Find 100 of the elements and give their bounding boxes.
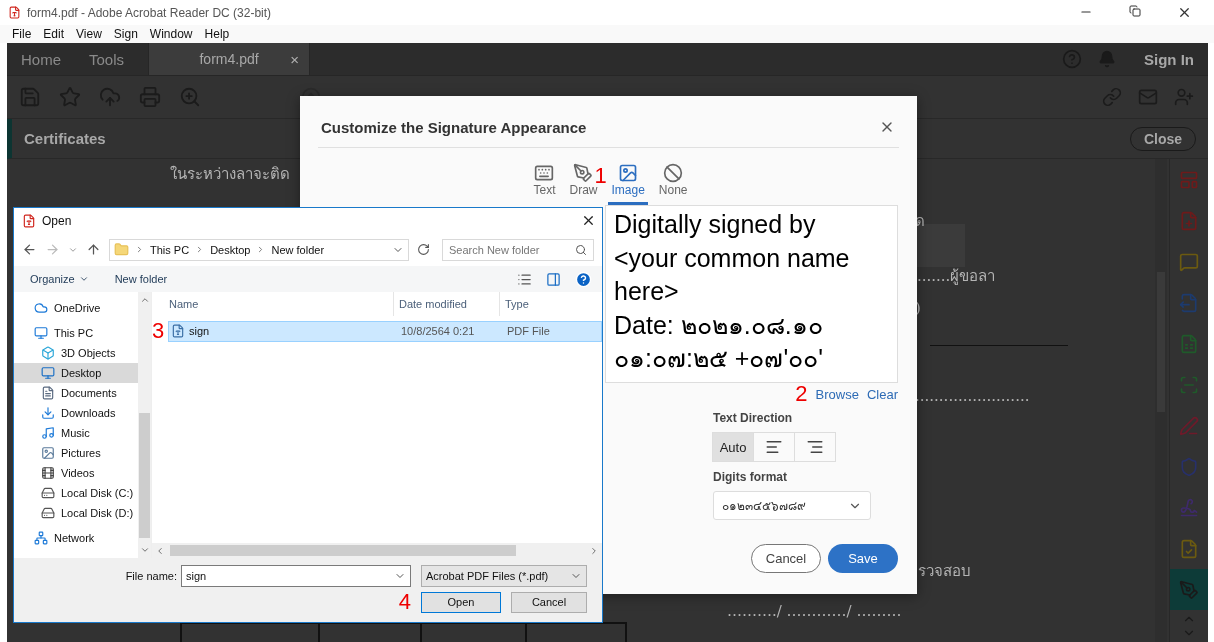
forward-icon[interactable]	[45, 242, 60, 257]
close-icon[interactable]	[1177, 5, 1192, 20]
keyboard-icon	[534, 163, 555, 183]
mail-icon[interactable]	[1138, 87, 1158, 107]
digits-select[interactable]: ๐๑๒๓๔๕๖๗๘๙	[713, 491, 871, 520]
window-title: form4.pdf - Adobe Acrobat Reader DC (32-bit)	[27, 5, 273, 20]
signature-icon	[1179, 497, 1199, 518]
star-icon[interactable]	[59, 86, 81, 108]
panel-title: Certificates	[23, 130, 107, 147]
link-icon[interactable]	[1102, 87, 1122, 107]
folder-icon	[114, 242, 129, 257]
breadcrumb-item[interactable]: Desktop	[210, 243, 251, 256]
nav-item[interactable]: Local Disk (D:)	[14, 503, 138, 523]
hard-drive-icon	[41, 506, 55, 520]
download-icon	[41, 406, 55, 420]
chevron-left-icon	[155, 545, 165, 556]
nav-item[interactable]: OneDrive	[14, 298, 138, 318]
app-tab[interactable]: Home	[7, 43, 75, 75]
scrollbar-thumb[interactable]	[139, 413, 150, 538]
pen-nib-icon	[573, 163, 594, 183]
document-text: รวจสอบ	[918, 561, 971, 582]
new-folder-button[interactable]: New folder	[114, 273, 168, 285]
column-header[interactable]: Name	[169, 292, 394, 316]
mode-tab[interactable]: Text	[530, 163, 559, 205]
tab-close[interactable]: ×	[290, 50, 300, 68]
nav-item[interactable]: This PC	[14, 323, 138, 343]
open-button[interactable]: Open	[421, 591, 501, 613]
restore-icon[interactable]	[1129, 5, 1141, 17]
organize-menu[interactable]: Organize	[30, 273, 89, 285]
dialog-title: Customize the Signature Appearance	[321, 118, 588, 136]
breadcrumb-item[interactable]: This PC	[150, 243, 190, 256]
preview-pane-icon[interactable]	[546, 271, 561, 287]
search-icon	[575, 243, 587, 256]
document-text: ........................	[915, 387, 1030, 405]
chevron-right-icon	[589, 545, 599, 556]
clear-link[interactable]: Clear	[866, 386, 898, 402]
document-icon	[41, 386, 55, 400]
nav-item[interactable]: Network	[14, 528, 138, 548]
direction-button[interactable]: Auto	[712, 432, 754, 462]
nav-item[interactable]: Pictures	[14, 443, 138, 463]
cancel-button[interactable]: Cancel	[511, 591, 587, 613]
menu-item[interactable]: Window	[149, 27, 193, 41]
cancel-button[interactable]: Cancel	[751, 544, 821, 573]
mode-tab[interactable]: None	[655, 163, 691, 205]
nav-item[interactable]: Downloads	[14, 403, 138, 423]
sign-in-link[interactable]: Sign In	[1144, 50, 1194, 68]
nav-item[interactable]: Music	[14, 423, 138, 443]
print-icon[interactable]	[139, 86, 161, 108]
monitor-icon	[34, 326, 48, 340]
nav-item[interactable]: Desktop	[14, 363, 138, 383]
menu-item[interactable]: View	[76, 27, 102, 41]
nav-item[interactable]: Videos	[14, 463, 138, 483]
column-header[interactable]: Type	[500, 292, 602, 316]
file-type: PDF File	[506, 325, 551, 337]
app-tab[interactable]: Tools	[75, 43, 139, 75]
preview-text: here>	[614, 276, 680, 307]
file-row[interactable]: sign 10/8/2564 0:21 PDF File	[168, 320, 602, 342]
nav-item[interactable]: Local Disk (C:)	[14, 483, 138, 503]
form-field	[915, 224, 965, 267]
refresh-icon[interactable]	[417, 243, 430, 256]
dialog-title: Open	[42, 213, 73, 228]
file-type-select[interactable]: Acrobat PDF Files (*.pdf)	[421, 565, 587, 587]
comment-icon	[1179, 251, 1199, 272]
document-tab[interactable]: form4.pdf ×	[148, 43, 311, 75]
document-text: ในระหว่างลาจะติด	[170, 164, 290, 185]
nav-item[interactable]: Documents	[14, 383, 138, 403]
menu-item[interactable]: File	[12, 27, 32, 41]
search-field[interactable]: Search New folder	[442, 238, 594, 261]
view-icon[interactable]	[517, 271, 532, 287]
step-number: 1	[594, 165, 607, 187]
zoom-icon[interactable]	[179, 86, 201, 108]
breadcrumb-item[interactable]: New folder	[271, 243, 325, 256]
music-note-icon	[41, 426, 55, 440]
back-icon[interactable]	[22, 242, 37, 257]
menu-item[interactable]: Sign	[113, 27, 138, 41]
close-icon[interactable]	[581, 213, 596, 228]
save-icon[interactable]	[19, 86, 41, 108]
file-name: sign	[189, 325, 210, 337]
menu-item[interactable]: Help	[204, 27, 230, 41]
pdf-icon	[8, 6, 21, 19]
field-label: File name:	[125, 570, 177, 582]
scrollbar-thumb[interactable]	[170, 545, 516, 556]
up-icon[interactable]	[86, 242, 101, 257]
cloud-icon	[34, 301, 48, 315]
document-text: .......ผู้ขอลา	[917, 266, 996, 287]
align-left-icon	[765, 438, 783, 456]
address-bar[interactable]: This PC Desktop New folder	[109, 238, 409, 261]
align-left-button[interactable]	[753, 432, 795, 462]
section-label: Digits format	[713, 470, 788, 484]
file-name-field[interactable]: sign	[181, 565, 411, 587]
browse-link[interactable]: Browse	[815, 386, 859, 402]
save-button[interactable]: Save	[828, 544, 898, 573]
add-user-icon[interactable]	[1174, 87, 1194, 107]
preview-text: <your common name	[614, 242, 851, 274]
column-header[interactable]: Date modified	[394, 292, 500, 316]
nav-item[interactable]: 3D Objects	[14, 343, 138, 363]
tool-button[interactable]	[1170, 569, 1208, 610]
menu-item[interactable]: Edit	[43, 27, 65, 41]
cloud-upload-icon[interactable]	[99, 86, 121, 108]
align-right-button[interactable]	[794, 432, 836, 462]
